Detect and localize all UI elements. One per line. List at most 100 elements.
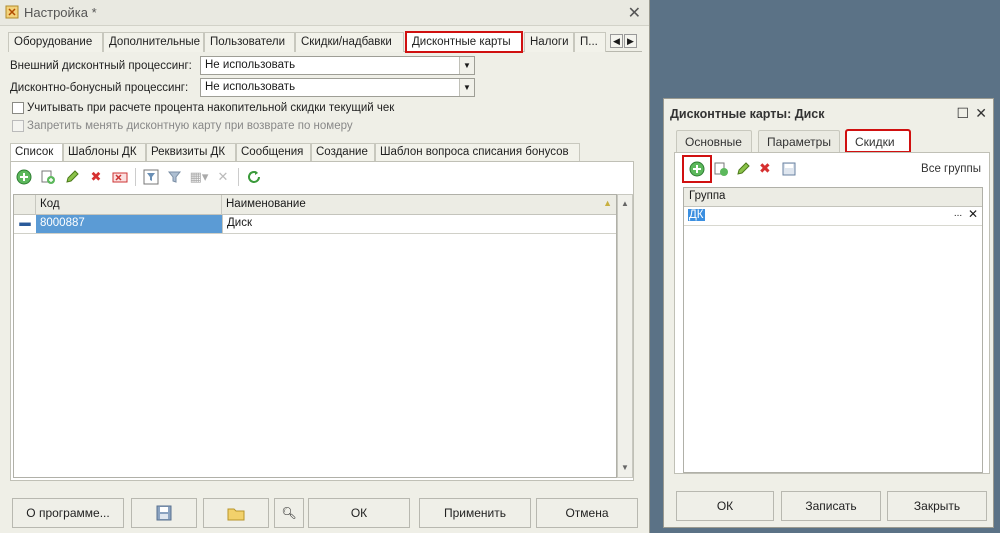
dropdown-arrow-icon[interactable]: ▼	[459, 57, 474, 74]
floppy-icon	[156, 505, 172, 521]
tab-list[interactable]: Список	[10, 143, 63, 162]
tab-additional[interactable]: Дополнительные	[103, 32, 204, 52]
tab-discounts[interactable]: Скидки	[845, 129, 911, 153]
grid-header-code[interactable]: Код	[36, 195, 222, 215]
forbid-change-card-row[interactable]: Запретить менять дисконтную карту при во…	[12, 120, 353, 132]
groups-grid[interactable]: Группа ДК ... ✕	[683, 187, 983, 473]
filter-icon[interactable]	[142, 168, 160, 186]
group-input[interactable]: ДК	[686, 208, 707, 222]
tab-dc-requisites[interactable]: Реквизиты ДК	[146, 143, 236, 162]
copy-icon[interactable]	[39, 168, 57, 186]
forbid-change-card-label: Запретить менять дисконтную карту при во…	[27, 120, 353, 132]
tab-creation[interactable]: Создание	[311, 143, 375, 162]
tab-scroll-right-icon[interactable]: ▶	[624, 34, 637, 48]
scroll-up-icon[interactable]: ▲	[618, 197, 632, 211]
add-icon[interactable]	[689, 161, 705, 180]
grid-header-name-label: Наименование	[226, 198, 306, 210]
ext-processing-label: Внешний дисконтный процессинг:	[10, 60, 192, 72]
mark-delete-icon[interactable]	[111, 168, 129, 186]
delete-icon[interactable]: ✖	[87, 168, 105, 186]
search-button[interactable]: 🔍︎	[274, 498, 304, 528]
save-settings-button[interactable]	[131, 498, 197, 528]
row-name-cell[interactable]: Диск	[222, 215, 614, 233]
tab-more[interactable]: П...	[574, 32, 606, 52]
about-button[interactable]: О программе...	[12, 498, 124, 528]
tab-bonus-question-template[interactable]: Шаблон вопроса списания бонусов	[375, 143, 580, 162]
copy-icon[interactable]	[713, 161, 729, 180]
discounts-panel: ✖ Все группы Группа ДК ... ✕	[674, 152, 990, 474]
tab-discount-cards[interactable]: Дисконтные карты	[405, 31, 523, 53]
check-current-receipt-label: Учитывать при расчете процента накопител…	[27, 102, 395, 114]
window-title: Настройка *	[24, 5, 97, 20]
sort-icon: ▲	[603, 198, 612, 208]
check-current-receipt-row[interactable]: Учитывать при расчете процента накопител…	[12, 102, 394, 114]
forbid-change-card-checkbox[interactable]	[12, 120, 24, 132]
edit-icon[interactable]	[735, 161, 751, 180]
dialog-title: Дисконтные карты: Диск	[670, 107, 825, 121]
app-icon	[5, 5, 19, 19]
refresh-icon[interactable]	[245, 168, 263, 186]
tab-equipment[interactable]: Оборудование	[8, 32, 103, 52]
all-groups-label[interactable]: Все группы	[921, 163, 981, 175]
table-row[interactable]: ДК ... ✕	[684, 207, 982, 226]
search-icon: 🔍︎	[281, 506, 297, 520]
row-code-cell[interactable]: 8000887	[36, 215, 222, 233]
tab-scroll-left-icon[interactable]: ◀	[610, 34, 623, 48]
close-icon[interactable]: ✕	[975, 105, 987, 122]
discount-card-tabs: Список Шаблоны ДК Реквизиты ДК Сообщения…	[10, 143, 580, 162]
folder-icon	[227, 508, 245, 521]
tab-discounts[interactable]: Скидки/надбавки	[295, 32, 404, 52]
table-row[interactable]: ▬ 8000887 Диск	[14, 215, 616, 234]
cards-grid[interactable]: Код Наименование ▲ ▬ 8000887 Диск	[13, 194, 617, 478]
print-icon[interactable]	[781, 161, 797, 180]
title-bar: Настройка * ✕	[0, 0, 649, 26]
grid-header-marker	[14, 195, 36, 215]
tab-main[interactable]: Основные	[676, 130, 752, 152]
list-panel: ✖ ▦▾ ✕ Код Наименование ▲ ▬ 8000887 Диск…	[10, 161, 634, 481]
delete-icon[interactable]: ✖	[759, 160, 771, 177]
bonus-processing-select[interactable]: Не использовать ▼	[200, 78, 475, 97]
dialog-ok-button[interactable]: ОК	[676, 491, 774, 521]
grid-header: Код Наименование ▲	[14, 195, 616, 215]
close-icon[interactable]: ✕	[628, 3, 641, 23]
dialog-save-button[interactable]: Записать	[781, 491, 881, 521]
scroll-down-icon[interactable]: ▼	[618, 461, 632, 475]
group-value: ДК	[688, 209, 705, 221]
tab-messages[interactable]: Сообщения	[236, 143, 311, 162]
grid-header-group[interactable]: Группа	[684, 188, 982, 207]
filter-clear-icon[interactable]	[166, 168, 184, 186]
list-toolbar: ✖ ▦▾ ✕	[11, 162, 633, 192]
ext-processing-value: Не использовать	[205, 59, 296, 71]
tab-taxes[interactable]: Налоги	[524, 32, 574, 52]
ok-button[interactable]: ОК	[308, 498, 410, 528]
dialog-close-button[interactable]: Закрыть	[887, 491, 987, 521]
toolbar-separator	[135, 168, 136, 186]
open-settings-button[interactable]	[203, 498, 269, 528]
apply-button[interactable]: Применить	[419, 498, 531, 528]
tab-users[interactable]: Пользователи	[204, 32, 295, 52]
row-marker-icon: ▬	[19, 217, 31, 229]
discount-card-dialog: Дисконтные карты: Диск ☐ ✕ Основные Пара…	[663, 98, 994, 528]
move-icon[interactable]: ✕	[214, 168, 232, 186]
bottom-buttons: О программе... 🔍︎ ОК Применить Отмена	[10, 498, 640, 528]
dropdown-arrow-icon[interactable]: ▼	[459, 79, 474, 96]
settings-window: Настройка * ✕ Оборудование Дополнительны…	[0, 0, 650, 533]
check-current-receipt-checkbox[interactable]	[12, 102, 24, 114]
toolbar-separator	[238, 168, 239, 186]
add-icon[interactable]	[15, 168, 33, 186]
dialog-toolbar: ✖ Все группы	[675, 153, 989, 183]
tab-parameters[interactable]: Параметры	[758, 130, 840, 152]
choose-icon[interactable]: ...	[951, 208, 965, 224]
settings-tabs: Оборудование Дополнительные Пользователи…	[8, 31, 642, 53]
grid-header-name[interactable]: Наименование ▲	[222, 195, 618, 215]
cancel-button[interactable]: Отмена	[536, 498, 638, 528]
vertical-scrollbar[interactable]: ▲ ▼	[617, 194, 633, 478]
bonus-processing-value: Не использовать	[205, 81, 296, 93]
edit-icon[interactable]	[63, 168, 81, 186]
tab-dc-templates[interactable]: Шаблоны ДК	[63, 143, 146, 162]
maximize-icon[interactable]: ☐	[956, 105, 969, 122]
ext-processing-select[interactable]: Не использовать ▼	[200, 56, 475, 75]
clear-icon[interactable]: ✕	[966, 207, 980, 224]
bonus-processing-label: Дисконтно-бонусный процессинг:	[10, 82, 189, 94]
hierarchy-icon[interactable]: ▦▾	[190, 168, 209, 186]
